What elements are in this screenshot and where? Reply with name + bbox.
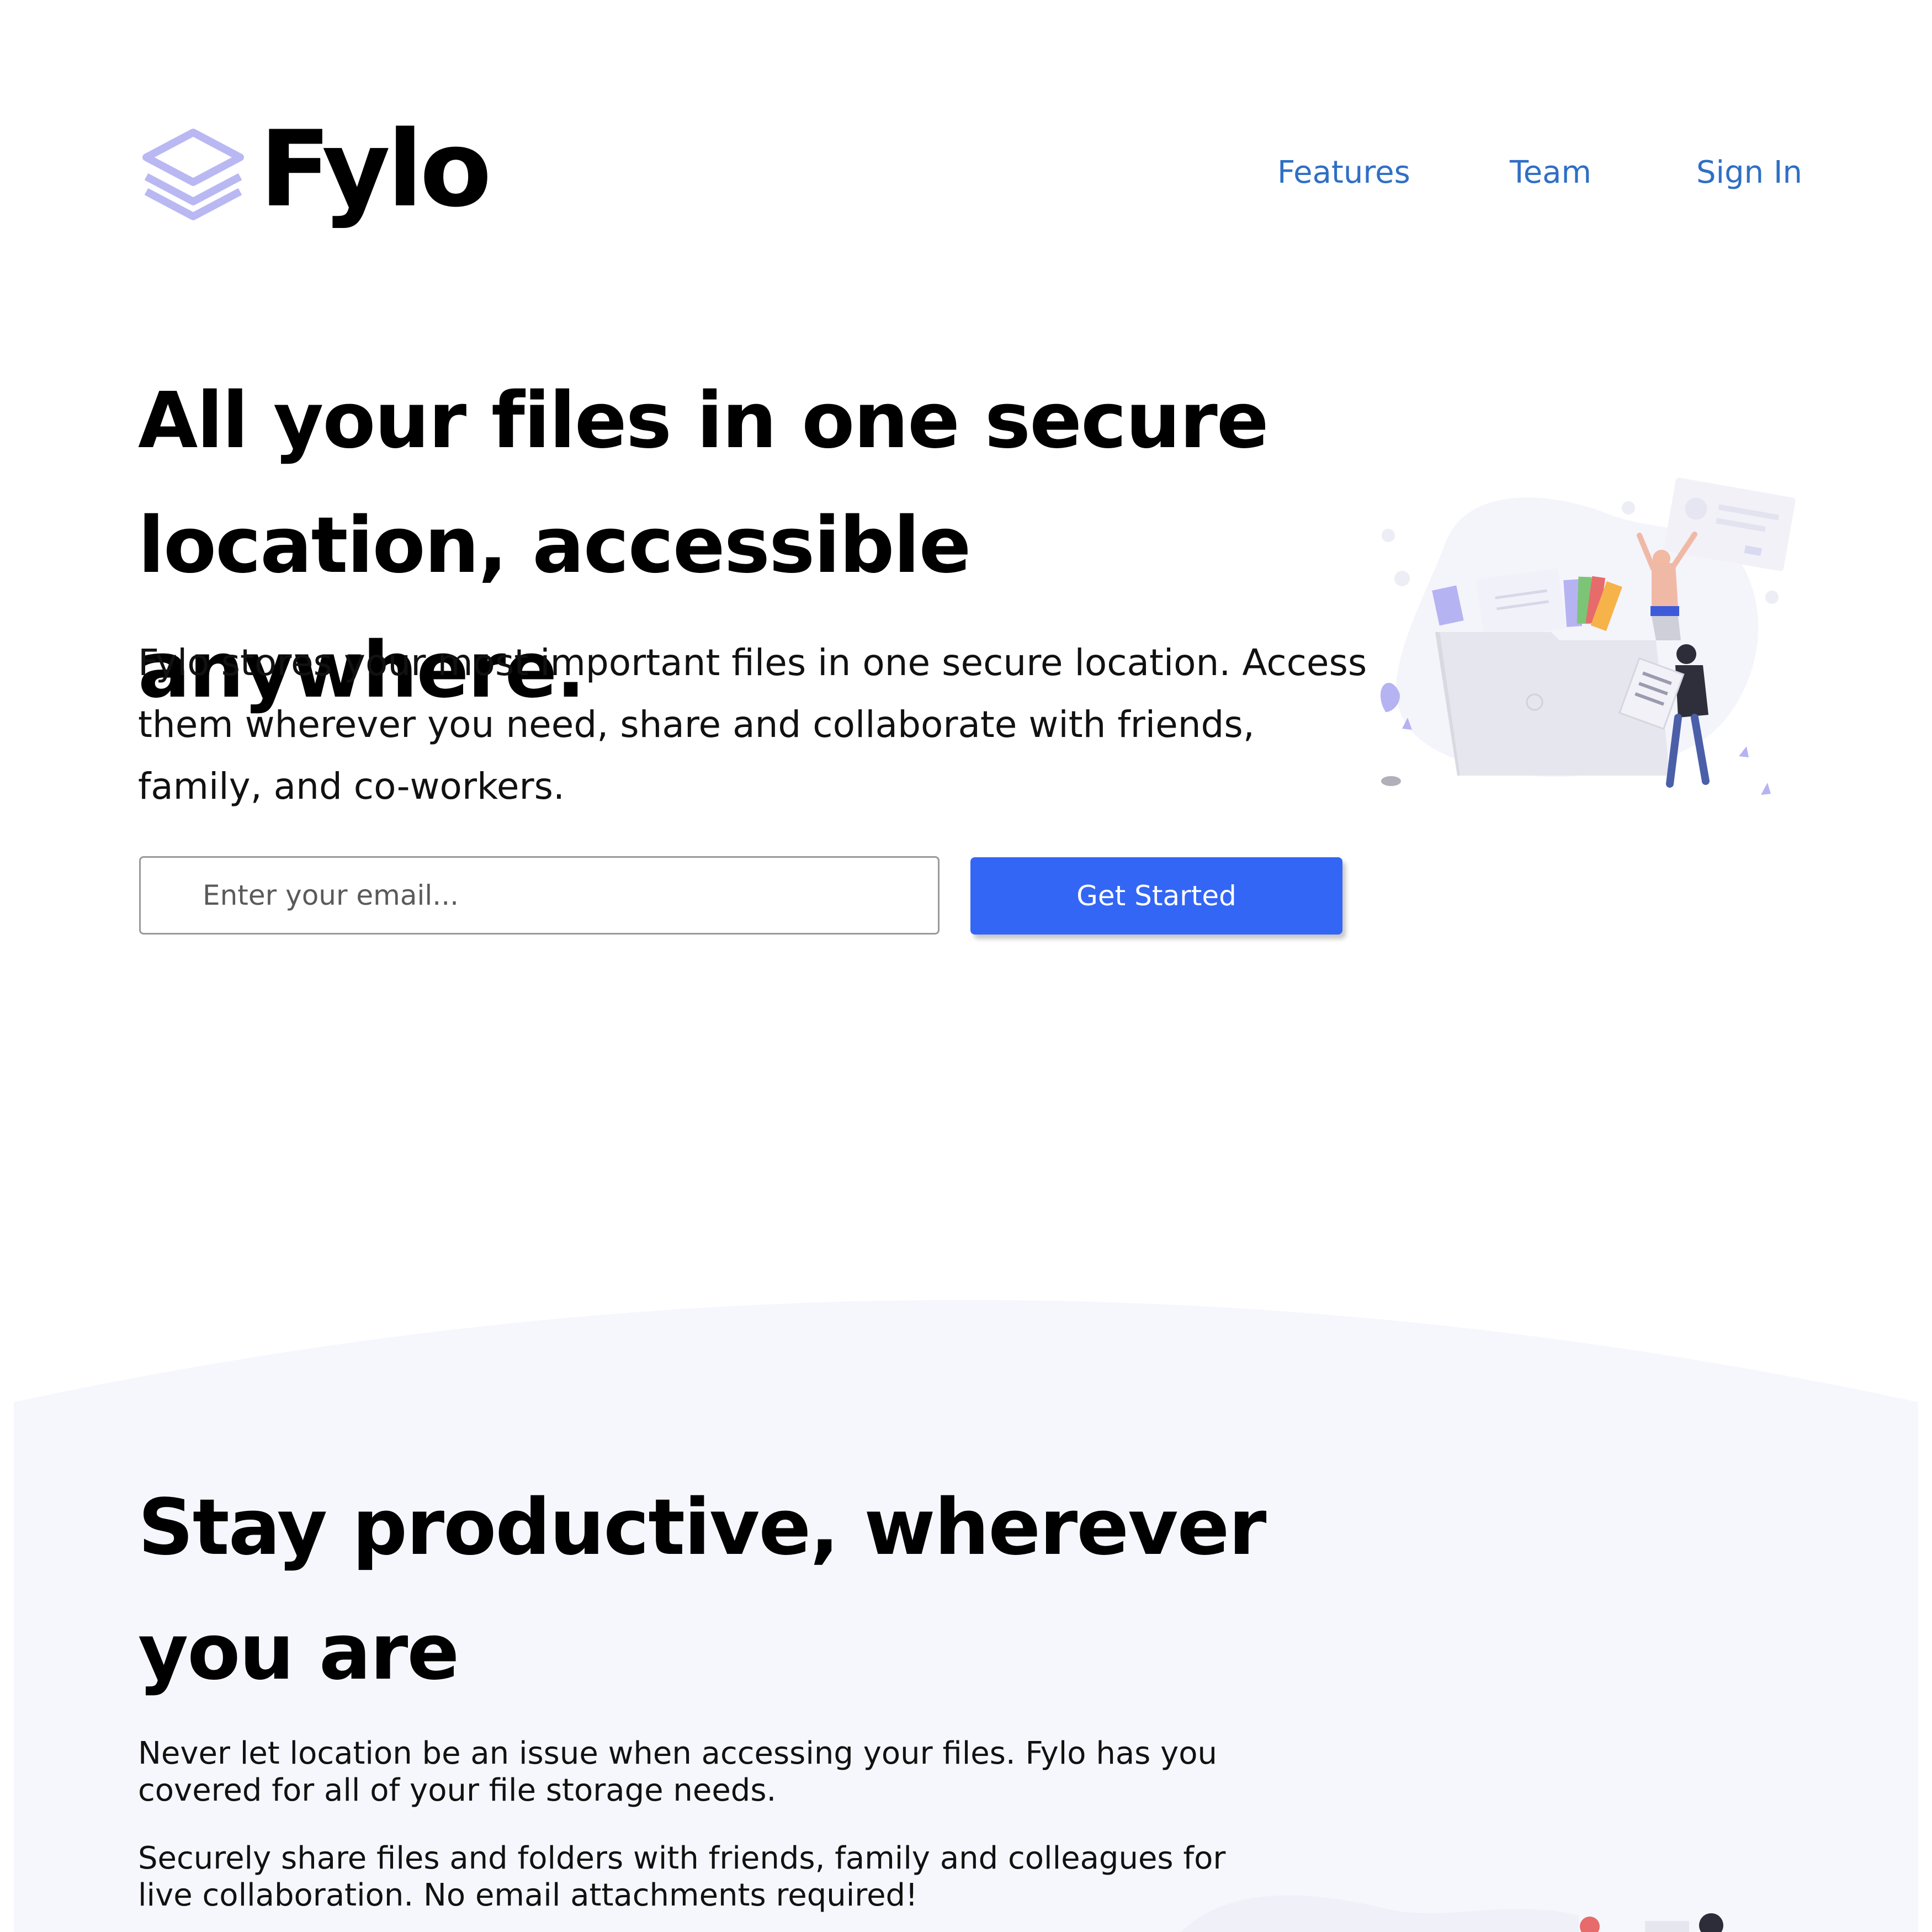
nav-link-team[interactable]: Team [1510,155,1591,190]
nav-link-sign-in[interactable]: Sign In [1696,155,1802,190]
productive-paragraph-2: Securely share files and folders with fr… [138,1840,1226,1913]
people-working-illustration [1181,1895,1723,1932]
main-nav: Features Team Sign In [0,155,1932,193]
productive-paragraph-1: Never let location be an issue when acce… [138,1735,1218,1808]
email-input[interactable] [139,856,940,935]
hero-description: Fylo stores your most important files in… [138,641,1367,808]
people-filing-documents-illustration [1380,477,1796,795]
nav-link-features[interactable]: Features [1277,155,1410,190]
productive-section-title: Stay productive, wherever you are [138,1483,1266,1697]
get-started-button[interactable]: Get Started [970,857,1342,935]
landing-page: Fylo Features Team Sign In All your file… [0,0,1932,1932]
